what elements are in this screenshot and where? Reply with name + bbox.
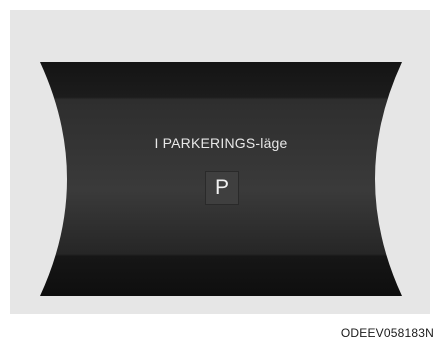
parking-mode-message: I PARKERINGS-läge — [154, 135, 288, 151]
gear-letter: P — [214, 176, 229, 199]
gear-indicator: P — [205, 171, 239, 205]
figure-code: ODEEV058183N — [340, 326, 434, 340]
